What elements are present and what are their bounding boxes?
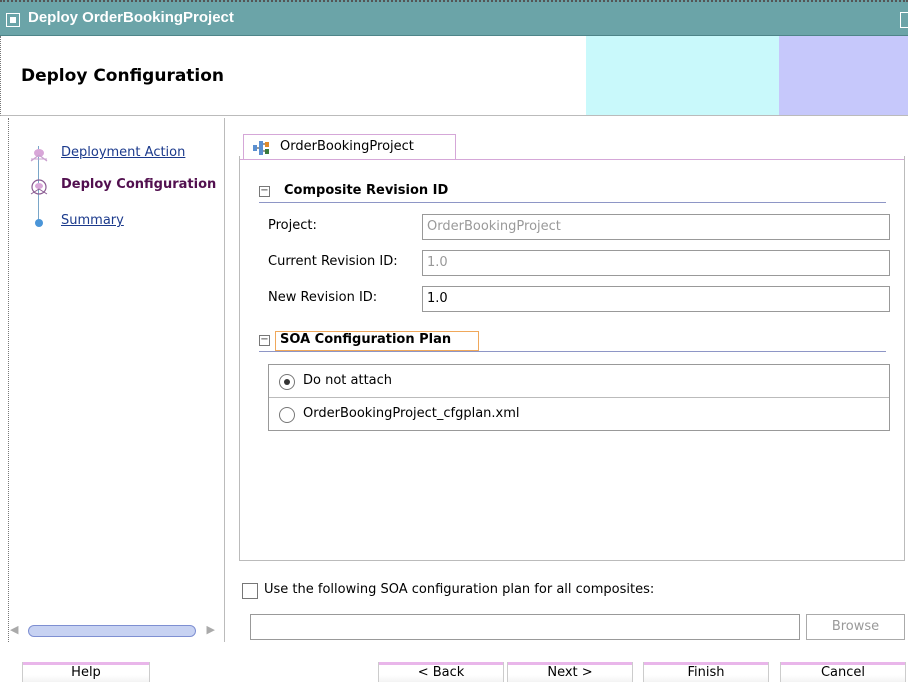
cancel-button-label: Cancel xyxy=(820,665,866,680)
step-label-deploy-configuration[interactable]: Deploy Configuration xyxy=(61,177,226,192)
new-revision-field[interactable]: 1.0 xyxy=(422,286,890,312)
window-menu-icon[interactable] xyxy=(6,13,20,27)
composite-revision-section-title: Composite Revision ID xyxy=(284,183,449,198)
new-revision-label: New Revision ID: xyxy=(268,290,378,305)
step-deployment-action[interactable]: Deployment Action xyxy=(9,142,226,166)
next-button[interactable]: Next > xyxy=(507,662,633,682)
wizard-header: Deploy Configuration xyxy=(0,36,908,116)
step-done-icon xyxy=(30,149,48,162)
collapse-icon[interactable]: − xyxy=(259,335,270,346)
next-button-label: Next > xyxy=(547,665,593,680)
browse-button[interactable]: Browse xyxy=(806,614,905,640)
window-title: Deploy OrderBookingProject xyxy=(28,9,234,26)
step-summary[interactable]: Summary xyxy=(9,210,226,234)
soa-plan-options: Do not attach OrderBookingProject_cfgpla… xyxy=(268,364,890,431)
scrollbar-thumb[interactable] xyxy=(28,625,196,637)
help-button[interactable]: Help xyxy=(22,662,150,682)
scroll-right-icon[interactable]: ▶ xyxy=(207,623,215,636)
section-divider xyxy=(259,351,886,352)
radio-option-do-not-attach[interactable]: Do not attach xyxy=(269,365,889,398)
project-label: Project: xyxy=(268,218,317,233)
step-deploy-configuration[interactable]: Deploy Configuration xyxy=(9,174,226,198)
radio-button[interactable] xyxy=(279,407,295,423)
maximize-icon[interactable] xyxy=(900,12,908,28)
section-divider xyxy=(259,202,886,203)
composite-project-icon xyxy=(253,141,269,155)
collapse-icon[interactable]: − xyxy=(259,186,270,197)
steps-horizontal-scrollbar[interactable]: ◀ ▶ xyxy=(8,622,225,640)
finish-button[interactable]: Finish xyxy=(643,662,769,682)
radio-label: Do not attach xyxy=(303,373,393,388)
back-button-label: < Back xyxy=(417,665,465,680)
step-label-summary[interactable]: Summary xyxy=(61,213,226,228)
header-band-cyan xyxy=(586,36,779,115)
tab-label: OrderBookingProject xyxy=(280,139,414,154)
finish-button-label: Finish xyxy=(687,665,725,680)
step-pending-icon xyxy=(35,219,43,227)
project-field: OrderBookingProject xyxy=(422,214,890,240)
use-plan-for-all-checkbox[interactable] xyxy=(242,583,258,599)
use-plan-for-all-label: Use the following SOA configuration plan… xyxy=(264,582,655,597)
current-revision-label: Current Revision ID: xyxy=(268,254,398,269)
page-title: Deploy Configuration xyxy=(21,66,225,86)
radio-button[interactable] xyxy=(279,374,295,390)
soa-plan-section-title: SOA Configuration Plan xyxy=(280,332,452,347)
wizard-steps-pane: Deployment Action Deploy Configuration S… xyxy=(8,118,225,642)
radio-option-cfgplan[interactable]: OrderBookingProject_cfgplan.xml xyxy=(269,398,889,431)
header-band-lavender xyxy=(779,36,908,115)
back-button[interactable]: < Back xyxy=(378,662,504,682)
cancel-button[interactable]: Cancel xyxy=(780,662,906,682)
window-title-bar[interactable]: Deploy OrderBookingProject xyxy=(0,0,908,36)
step-label-deployment-action[interactable]: Deployment Action xyxy=(61,145,226,160)
radio-label: OrderBookingProject_cfgplan.xml xyxy=(303,406,520,421)
plan-path-input[interactable] xyxy=(250,614,800,640)
help-button-label: Help xyxy=(71,665,101,680)
step-current-icon xyxy=(30,179,48,195)
scroll-left-icon[interactable]: ◀ xyxy=(10,623,18,636)
current-revision-field: 1.0 xyxy=(422,250,890,276)
